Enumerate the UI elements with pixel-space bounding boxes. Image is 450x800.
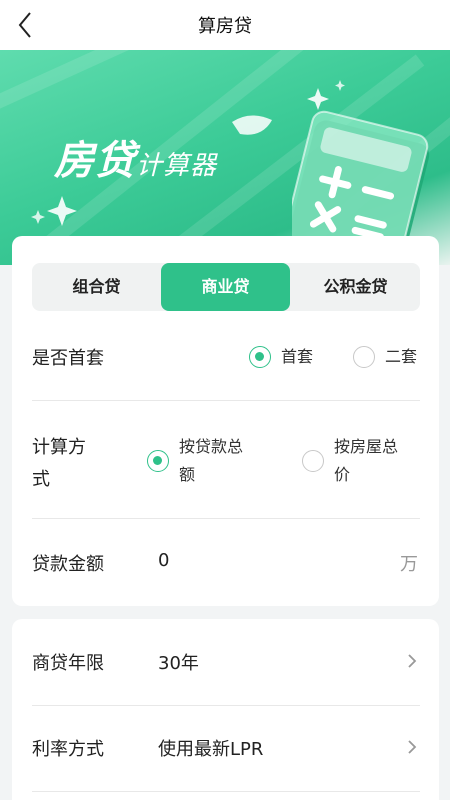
radio-label: 二套 [385,347,418,366]
page-title: 算房贷 [198,16,252,37]
tab-provident-fund-loan[interactable]: 公积金贷 [291,263,420,311]
loan-amount-unit: 万 [400,554,418,575]
calc-method-label-line2: 式 [32,469,50,490]
rate-method-label: 利率方式 [32,739,104,760]
radio-circle [249,346,271,368]
tab-commercial-loan[interactable]: 商业贷 [161,263,290,311]
loan-term-value: 30年 [158,653,199,674]
chevron-right-icon [408,654,417,668]
loan-amount-label: 贷款金额 [32,554,104,575]
radio-circle [353,346,375,368]
chevron-right-icon [408,740,417,754]
banner-title: 房贷计算器 [54,128,217,186]
tab-combo-loan[interactable]: 组合贷 [32,263,161,311]
calc-method-label-line1: 计算方 [32,437,86,458]
first-home-label: 是否首套 [32,348,104,369]
loan-term-label: 商贷年限 [32,653,104,674]
calc-method-label: 计算方 式 [32,432,86,496]
divider [32,791,420,792]
radio-circle [302,450,324,472]
radio-label: 按贷款总 额 [179,437,244,484]
loan-settings-card: 商贷年限 30年 利率方式 使用最新LPR [12,619,439,800]
divider [32,400,420,401]
nav-bar: 算房贷 [0,0,450,50]
loan-amount-input[interactable] [158,550,358,571]
radio-circle [147,450,169,472]
rate-method-value: 使用最新LPR [158,739,264,760]
banner-title-small: 计算器 [136,151,218,181]
loan-form-card: 组合贷 商业贷 公积金贷 是否首套 首套 二套 计算方 式 按贷款总 额 按房屋… [12,236,439,606]
radio-label: 首套 [281,347,314,366]
row-loan-term[interactable]: 商贷年限 30年 [12,619,439,705]
row-rate-method[interactable]: 利率方式 使用最新LPR [12,705,439,791]
divider [32,518,420,519]
banner-title-big: 房贷 [54,138,136,184]
banner: 房贷计算器 [0,50,450,265]
loan-type-tabs: 组合贷 商业贷 公积金贷 [32,263,420,311]
radio-label: 按房屋总 价 [334,437,399,484]
